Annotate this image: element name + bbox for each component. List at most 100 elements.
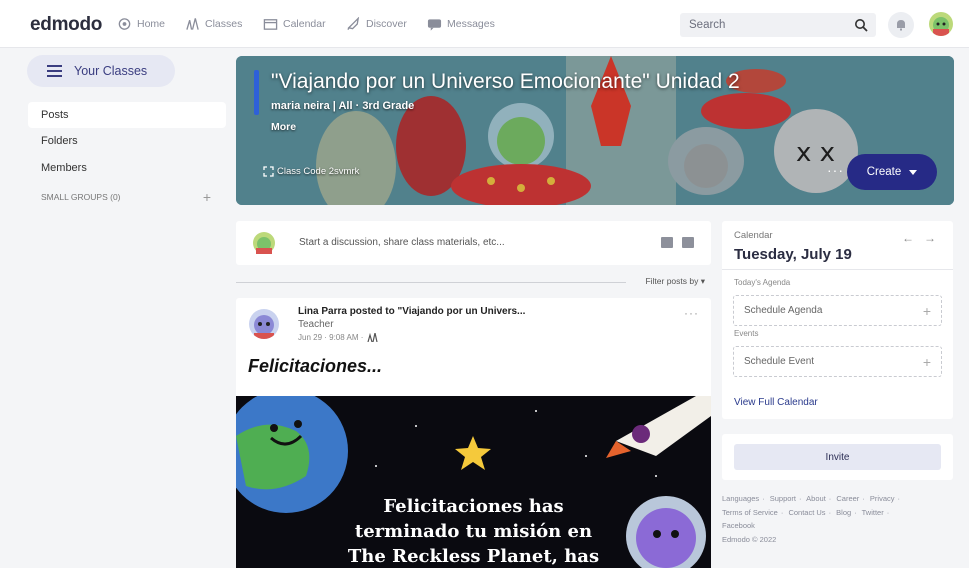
rocket-icon [347, 17, 360, 30]
classes-icon [186, 18, 199, 30]
post-author[interactable]: Lina Parra posted to "Viajando por un Un… [298, 306, 525, 317]
footer-link-terms[interactable]: Terms of Service [722, 508, 778, 517]
banner-color-bar [254, 70, 259, 115]
class-code-label: Class Code 2svmrk [277, 166, 360, 177]
nav-discover-label: Discover [366, 18, 407, 30]
copyright: Edmodo © 2022 [722, 534, 777, 544]
small-groups-label: SMALL GROUPS (0) [41, 192, 121, 202]
sidebar-item-posts[interactable]: Posts [28, 102, 226, 128]
post-heading: Felicitaciones... [248, 356, 383, 376]
divider [722, 269, 953, 270]
attachment-icon[interactable] [682, 237, 694, 248]
expand-icon [263, 166, 274, 177]
footer-link-about[interactable]: About [806, 494, 826, 503]
notifications-button[interactable] [888, 12, 914, 38]
alien-avatar-icon [254, 315, 274, 339]
search-input[interactable] [680, 19, 840, 31]
create-button-label: Create [866, 166, 902, 178]
nav-calendar-label: Calendar [283, 18, 326, 30]
sidebar-item-members[interactable]: Members [28, 155, 226, 181]
calendar-card: Calendar ← → Tuesday, July 19 Today's Ag… [722, 221, 953, 419]
schedule-agenda-button[interactable]: Schedule Agenda + [733, 295, 942, 326]
events-label: Events [734, 329, 759, 338]
invite-card: Invite [722, 434, 953, 480]
todays-agenda-label: Today's Agenda [734, 278, 791, 287]
sidebar-item-label: Folders [41, 135, 78, 147]
composer-avatar [253, 232, 275, 254]
post-image[interactable]: Felicitaciones has terminado tu misión e… [236, 396, 711, 568]
search-icon[interactable] [854, 18, 868, 32]
image-text-line-3: The Reckless Planet, has [347, 546, 600, 567]
more-link[interactable]: More [271, 121, 296, 133]
footer-link-contact[interactable]: Contact Us [788, 508, 825, 517]
post-time-label: Jun 29 · 9:08 AM · [298, 333, 364, 342]
nav-home[interactable]: Home [117, 17, 165, 31]
space-illustration [236, 396, 711, 568]
edmodo-logo[interactable]: edmodo [30, 14, 102, 36]
nav-calendar[interactable]: Calendar [263, 17, 326, 31]
nav-messages-label: Messages [447, 18, 495, 30]
small-groups-row: SMALL GROUPS (0) + [41, 189, 211, 205]
nav-messages[interactable]: Messages [427, 17, 495, 31]
create-button[interactable]: Create [847, 154, 937, 190]
footer-link-languages[interactable]: Languages [722, 494, 759, 503]
image-text-line-2: terminado tu misión en [354, 521, 593, 542]
author-avatar[interactable] [249, 309, 279, 339]
your-classes-button[interactable]: Your Classes [27, 55, 175, 87]
sidebar-item-label: Posts [41, 109, 69, 121]
footer-link-privacy[interactable]: Privacy [870, 494, 895, 503]
footer-link-blog[interactable]: Blog [836, 508, 851, 517]
chevron-down-icon [909, 169, 918, 175]
arrow-left-icon[interactable]: ← [902, 231, 914, 245]
filter-posts-dropdown[interactable]: Filter posts by ▾ [645, 276, 705, 287]
top-navigation-bar: edmodo Home Classes Calendar Discover Me… [0, 0, 969, 48]
class-subtitle: maria neira | All · 3rd Grade [271, 100, 415, 112]
post-author-role: Teacher [298, 319, 334, 330]
plus-icon: + [922, 353, 931, 370]
divider [236, 282, 626, 283]
schedule-event-label: Schedule Event [744, 356, 815, 367]
schedule-event-button[interactable]: Schedule Event + [733, 346, 942, 377]
alien-avatar-icon [933, 17, 949, 36]
alien-avatar-icon [256, 237, 272, 254]
add-small-group-icon[interactable]: + [203, 189, 211, 205]
footer-links: Languages · Support · About · Career · Priva… [722, 494, 900, 544]
plus-icon: + [922, 302, 931, 319]
user-avatar[interactable] [929, 12, 953, 36]
menu-icon [47, 62, 62, 80]
nav-classes[interactable]: Classes [185, 17, 242, 31]
calendar-date: Tuesday, July 19 [734, 246, 852, 263]
search-box [680, 13, 876, 37]
class-banner: x x "Viajando por un Universo Emocionant… [236, 56, 954, 205]
schedule-agenda-label: Schedule Agenda [744, 305, 823, 316]
class-title: "Viajando por un Universo Emocionante" U… [271, 70, 740, 93]
calendar-label: Calendar [734, 230, 773, 241]
feed-post: Lina Parra posted to "Viajando por un Un… [236, 298, 711, 568]
sidebar-item-folders[interactable]: Folders [28, 128, 226, 154]
filter-posts-label: Filter posts by [645, 276, 699, 286]
post-composer: Start a discussion, share class material… [236, 221, 711, 265]
nav-discover[interactable]: Discover [346, 17, 407, 31]
banner-more-options-icon[interactable]: ··· [827, 162, 844, 178]
home-icon [118, 18, 131, 30]
post-timestamp: Jun 29 · 9:08 AM · [298, 333, 378, 342]
view-full-calendar-link[interactable]: View Full Calendar [734, 397, 818, 408]
invite-button[interactable]: Invite [734, 444, 941, 470]
sidebar-item-label: Members [41, 162, 87, 174]
nav-classes-label: Classes [205, 18, 243, 30]
footer-link-facebook[interactable]: Facebook [722, 521, 755, 530]
messages-icon [427, 19, 442, 31]
composer-input[interactable]: Start a discussion, share class material… [299, 237, 505, 248]
footer-link-career[interactable]: Career [836, 494, 859, 503]
footer-link-twitter[interactable]: Twitter [862, 508, 884, 517]
filter-row: Filter posts by ▾ [236, 275, 711, 289]
footer-link-support[interactable]: Support [770, 494, 796, 503]
image-text-line-1: Felicitaciones has [383, 496, 564, 517]
classes-icon [367, 333, 378, 342]
arrow-right-icon[interactable]: → [924, 231, 936, 245]
your-classes-label: Your Classes [74, 64, 148, 78]
class-code[interactable]: Class Code 2svmrk [263, 166, 359, 177]
nav-home-label: Home [137, 18, 166, 30]
post-options-icon[interactable]: ··· [684, 306, 699, 320]
image-upload-icon[interactable] [661, 237, 673, 248]
